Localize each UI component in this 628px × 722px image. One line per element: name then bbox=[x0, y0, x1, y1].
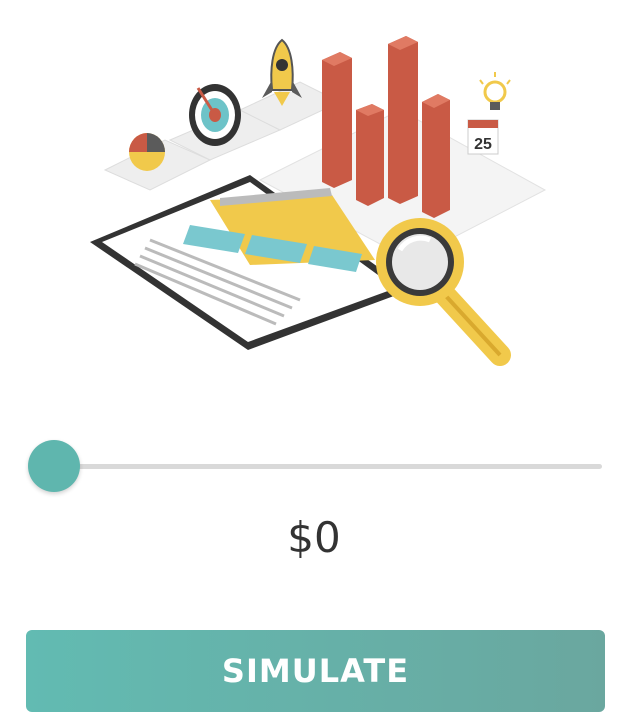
lightbulb-icon bbox=[479, 72, 511, 110]
simulate-button[interactable]: SIMULATE bbox=[26, 630, 605, 712]
analytics-illustration: 25 bbox=[90, 36, 547, 366]
amount-slider[interactable] bbox=[28, 440, 602, 492]
target-icon bbox=[189, 84, 241, 146]
calendar-icon: 25 bbox=[467, 119, 499, 155]
pie-chart-icon bbox=[129, 133, 165, 171]
calendar-day: 25 bbox=[474, 136, 492, 153]
magnifier-icon bbox=[376, 218, 511, 366]
slider-track[interactable] bbox=[54, 464, 602, 469]
slider-thumb[interactable] bbox=[28, 440, 80, 492]
amount-display: $0 bbox=[287, 513, 341, 562]
